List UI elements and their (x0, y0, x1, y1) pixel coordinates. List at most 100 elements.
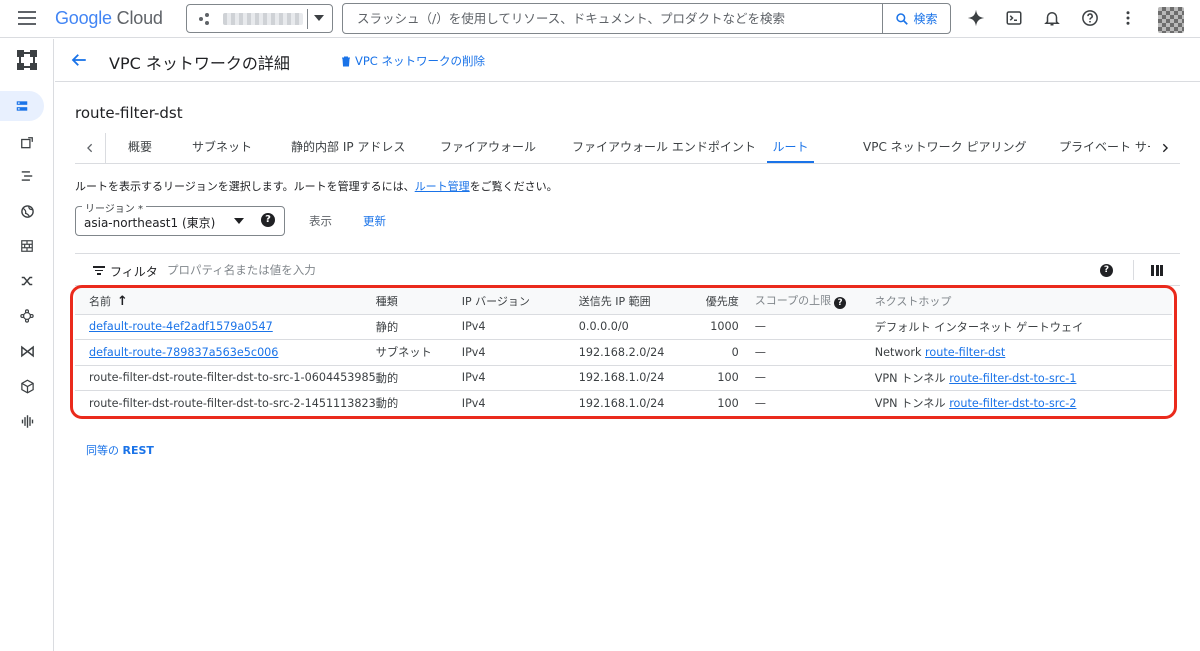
region-label: リージョン * (82, 200, 146, 215)
tab-static-internal-ips[interactable]: 静的内部 IP アドレス (291, 133, 405, 163)
trash-icon (342, 56, 350, 66)
bowtie-nav-icon[interactable] (9, 336, 45, 366)
logo-google: Google (55, 8, 112, 28)
delete-network-button[interactable]: VPC ネットワークの削除 (340, 53, 485, 69)
shuffle-nav-icon[interactable] (9, 266, 45, 296)
route-type: 静的 (375, 314, 462, 340)
search-button-label: 検索 (913, 12, 938, 26)
delete-network-label: VPC ネットワークの削除 (355, 54, 485, 68)
top-bar: Google Cloud 検索 (0, 0, 1200, 38)
route-dest-range: 192.168.1.0/24 (578, 390, 687, 417)
route-next-hop: VPN トンネル route-filter-dst-to-src-1 (874, 365, 1172, 391)
route-ip-version: IPv4 (461, 314, 579, 340)
next-hop-link[interactable]: route-filter-dst-to-src-1 (949, 372, 1076, 385)
back-arrow-icon[interactable] (70, 51, 88, 72)
tab-overview[interactable]: 概要 (128, 133, 152, 163)
equivalent-rest-link[interactable]: 同等の REST (86, 442, 154, 458)
route-ip-version: IPv4 (461, 339, 579, 366)
route-priority: 100 (686, 365, 755, 391)
table-row: default-route-4ef2adf1579a0547 静的 IPv4 0… (75, 314, 1172, 340)
table-row: route-filter-dst-route-filter-dst-to-src… (75, 390, 1172, 417)
column-header-name[interactable]: 名前 ↑ (75, 288, 376, 315)
tab-bar: 概要 サブネット 静的内部 IP アドレス ファイアウォール ファイアウォール … (75, 133, 1180, 164)
refresh-button[interactable]: 更新 (363, 213, 386, 229)
tab-scroll-right-icon[interactable] (1150, 133, 1180, 163)
google-cloud-logo[interactable]: Google Cloud (55, 8, 163, 29)
route-next-hop: VPN トンネル route-filter-dst-to-src-2 (874, 390, 1172, 417)
vpc-product-icon[interactable] (9, 45, 45, 75)
route-next-hop: Network route-filter-dst (874, 339, 1172, 366)
tab-scroll-left-icon[interactable] (75, 133, 106, 163)
column-header-priority[interactable]: 優先度 (686, 288, 755, 315)
route-next-hop: デフォルト インターネット ゲートウェイ (874, 314, 1172, 340)
route-dest-range: 192.168.1.0/24 (578, 365, 687, 391)
avatar[interactable] (1158, 7, 1184, 33)
cube-nav-icon[interactable] (9, 371, 45, 401)
menu-icon[interactable] (18, 11, 36, 25)
search-button[interactable]: 検索 (882, 4, 950, 33)
filter-input[interactable] (167, 260, 767, 280)
show-button[interactable]: 表示 (309, 213, 332, 229)
next-hop-link[interactable]: route-filter-dst (925, 346, 1005, 359)
tab-private-service-connect[interactable]: プライベート サービス接続 (1059, 133, 1150, 163)
firewall-nav-icon[interactable] (9, 231, 45, 261)
search-icon (896, 12, 909, 25)
column-header-scope-limit: スコープの上限? (754, 288, 875, 315)
project-icon (199, 12, 213, 25)
table-row: route-filter-dst-route-filter-dst-to-src… (75, 365, 1172, 391)
help-icon[interactable]: ? (1100, 264, 1113, 277)
table-row: default-route-789837a563e5c006 サブネット IPv… (75, 339, 1172, 366)
route-scope-limit: — (754, 339, 875, 366)
column-header-dest-range[interactable]: 送信先 IP 範囲 (578, 288, 687, 315)
tab-firewall-endpoints[interactable]: ファイアウォール エンドポイント (572, 133, 756, 163)
notifications-icon[interactable] (1042, 8, 1062, 28)
region-value: asia-northeast1 (東京) (84, 216, 216, 230)
route-management-link[interactable]: ルート管理 (415, 180, 470, 193)
table-header-row: 名前 ↑ 種類 IP バージョン 送信先 IP 範囲 優先度 スコープの上限? ネ… (75, 288, 1172, 315)
column-display-icon[interactable] (1151, 265, 1163, 276)
route-scope-limit: — (754, 314, 875, 340)
tab-subnets[interactable]: サブネット (192, 133, 252, 163)
route-ip-version: IPv4 (461, 365, 579, 391)
ip-addresses-nav-icon[interactable] (9, 128, 45, 158)
page-title: VPC ネットワークの詳細 (109, 54, 290, 73)
help-icon[interactable] (1080, 8, 1100, 28)
column-header-type[interactable]: 種類 (375, 288, 462, 315)
project-picker[interactable] (186, 4, 333, 33)
routes-info-text: ルートを表示するリージョンを選択します。ルートを管理するには、ルート管理をご覧く… (75, 180, 558, 193)
region-select[interactable]: リージョン * asia-northeast1 (東京) ? (75, 200, 285, 236)
next-hop-link[interactable]: route-filter-dst-to-src-2 (949, 397, 1076, 410)
route-name-link[interactable]: default-route-789837a563e5c006 (89, 346, 278, 359)
help-icon[interactable]: ? (834, 297, 847, 310)
route-priority: 1000 (686, 314, 755, 340)
route-priority: 100 (686, 390, 755, 417)
more-vert-icon[interactable] (1118, 8, 1138, 28)
topology-nav-icon[interactable] (9, 301, 45, 331)
route-scope-limit: — (754, 365, 875, 391)
filter-label: フィルタ (110, 265, 158, 279)
waveform-nav-icon[interactable] (9, 406, 45, 436)
column-header-next-hop: ネクストホップ (874, 288, 1172, 315)
vpc-networks-nav-icon[interactable] (0, 91, 44, 121)
chevron-down-icon (234, 218, 244, 224)
route-scope-limit: — (754, 390, 875, 417)
help-icon[interactable]: ? (261, 213, 275, 227)
network-name: route-filter-dst (75, 104, 183, 122)
tab-routes[interactable]: ルート (767, 133, 814, 163)
project-name-redacted (223, 12, 303, 25)
route-name: route-filter-dst-route-filter-dst-to-src… (75, 390, 376, 417)
tab-vpc-peering[interactable]: VPC ネットワーク ピアリング (863, 133, 1026, 163)
route-name-link[interactable]: default-route-4ef2adf1579a0547 (89, 320, 273, 333)
route-priority: 0 (686, 339, 755, 366)
routes-nav-icon[interactable] (9, 161, 45, 191)
sort-ascending-icon[interactable]: ↑ (117, 294, 128, 309)
gemini-spark-icon[interactable] (966, 8, 986, 28)
tab-firewall[interactable]: ファイアウォール (440, 133, 536, 163)
column-header-ip-version[interactable]: IP バージョン (461, 288, 579, 315)
search-input[interactable] (343, 4, 882, 33)
globe-nav-icon[interactable] (9, 196, 45, 226)
logo-cloud: Cloud (116, 8, 163, 28)
route-ip-version: IPv4 (461, 390, 579, 417)
cloud-shell-icon[interactable] (1004, 8, 1024, 28)
routes-table: 名前 ↑ 種類 IP バージョン 送信先 IP 範囲 優先度 スコープの上限? ネ… (75, 288, 1180, 417)
